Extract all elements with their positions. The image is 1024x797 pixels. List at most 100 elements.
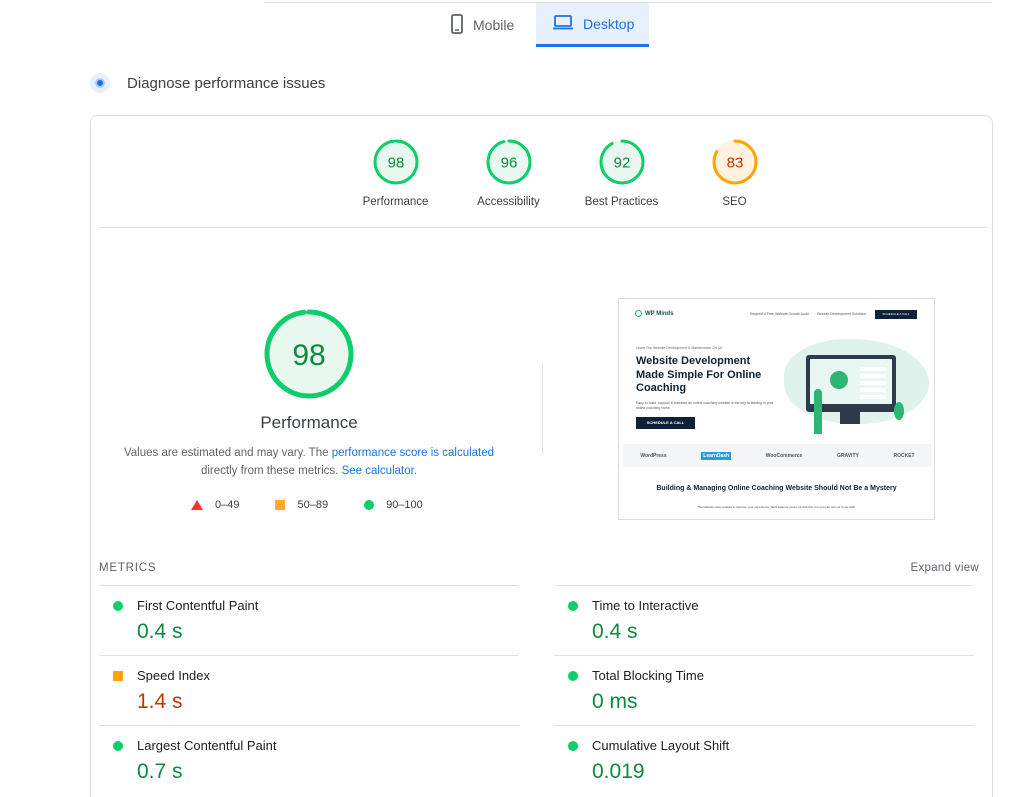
gauge-ring: 92: [599, 139, 644, 185]
gauge-ring: 98: [373, 139, 418, 185]
plant-icon: [894, 402, 904, 420]
brand-logo: LearnDash: [701, 451, 732, 460]
thumb-nav-link: Website Development Solutions: [816, 312, 867, 316]
performance-title: Performance: [260, 413, 358, 432]
tab-desktop[interactable]: Desktop: [536, 3, 649, 47]
metric-value: 0 ms: [592, 690, 638, 713]
legend-range: 0–49: [215, 499, 240, 511]
metrics-left-column: First Contentful Paint 0.4 s Speed Index…: [99, 585, 519, 795]
person-icon: [814, 389, 822, 434]
note-text: directly from these metrics.: [200, 465, 342, 477]
legend-range: 90–100: [386, 499, 423, 511]
gauge-performance[interactable]: 98 Performance: [339, 138, 452, 208]
gauge-value: 92: [613, 155, 630, 172]
brand-logo: ROCKET: [893, 452, 915, 459]
metric-label: Largest Contentful Paint: [137, 738, 277, 753]
square-icon: [275, 500, 286, 510]
circle-icon: [113, 741, 123, 751]
legend-pass: 90–100: [364, 499, 423, 511]
score-gauges: 98 Performance 96 Accessibility 92 Best …: [339, 138, 791, 208]
metric-label: Cumulative Layout Shift: [592, 738, 730, 753]
brand-logo: GRAVITY: [836, 452, 859, 459]
metric-value: 1.4 s: [137, 690, 183, 713]
monitor-stand: [840, 412, 860, 424]
circle-icon: [568, 601, 578, 611]
circle-icon: [113, 601, 123, 611]
brand-logo: WordPress: [640, 452, 667, 459]
metric-first-contentful-paint: First Contentful Paint 0.4 s: [99, 585, 519, 655]
metric-total-blocking-time: Total Blocking Time 0 ms: [554, 655, 974, 725]
legend-fail: 0–49: [191, 499, 239, 511]
gauge-label: Best Practices: [584, 196, 659, 208]
thumb-cookie-bar: This website uses cookies to improve you…: [697, 505, 856, 509]
square-icon: [113, 671, 123, 681]
metric-label: First Contentful Paint: [137, 598, 259, 613]
circle-icon: [364, 500, 375, 510]
summary-divider: [542, 364, 543, 454]
laptop-icon: [553, 14, 573, 33]
metric-label: Total Blocking Time: [592, 668, 704, 683]
diagnose-header: Diagnose performance issues: [90, 73, 325, 93]
metric-value: 0.7 s: [137, 760, 183, 783]
device-tabs: Mobile Desktop: [436, 3, 649, 47]
metric-label: Time to Interactive: [592, 598, 699, 613]
gauge-label: Accessibility: [477, 196, 540, 208]
gauge-accessibility[interactable]: 96 Accessibility: [452, 138, 565, 208]
lab-data-icon: [90, 73, 110, 93]
note-text: Values are estimated and may vary. The: [123, 447, 332, 459]
final-screenshot: WP Minds Request A Free Website Growth A…: [618, 298, 935, 520]
thumb-brand-strip: WordPress LearnDash WooCommerce GRAVITY …: [623, 444, 932, 467]
phone-icon: [451, 13, 463, 37]
legend-range: 50–89: [297, 499, 329, 511]
legend-average: 50–89: [275, 499, 328, 511]
gauge-ring: 96: [486, 139, 531, 185]
report-card: 98 Performance 96 Accessibility 92 Best …: [90, 115, 993, 797]
tab-desktop-label: Desktop: [583, 15, 635, 32]
gauge-best-practices[interactable]: 92 Best Practices: [565, 138, 678, 208]
gauge-value: 98: [387, 155, 404, 172]
score-legend: 0–49 50–89 90–100: [191, 499, 423, 511]
metric-value: 0.4 s: [137, 620, 183, 643]
gauge-ring: 83: [712, 139, 757, 185]
circle-icon: [568, 671, 578, 681]
metric-time-to-interactive: Time to Interactive 0.4 s: [554, 585, 974, 655]
performance-score: 98: [292, 339, 325, 372]
thumb-pretitle: Learn The Website Development & Maintena…: [636, 346, 723, 350]
thumb-logo-text: WP Minds: [645, 310, 674, 317]
thumb-nav-link: Request A Free Website Growth Audit: [750, 312, 809, 316]
brand-logo: WooCommerce: [765, 452, 803, 459]
metric-cumulative-layout-shift: Cumulative Layout Shift 0.019: [554, 725, 974, 795]
score-calculated-link[interactable]: performance score is calculated: [332, 447, 494, 459]
thumb-nav-cta: SCHEDULE A CALL: [875, 310, 917, 319]
logo-icon: [635, 310, 642, 317]
performance-note: Values are estimated and may vary. The p…: [91, 444, 527, 480]
thumb-button: SCHEDULE A CALL: [636, 417, 695, 429]
gauge-label: Performance: [362, 196, 429, 208]
gauge-label: SEO: [722, 196, 747, 208]
metric-value: 0.4 s: [592, 620, 638, 643]
tab-mobile[interactable]: Mobile: [436, 3, 536, 47]
gauge-value: 83: [726, 155, 743, 172]
gauge-value: 96: [500, 155, 517, 172]
triangle-icon: [191, 500, 203, 510]
metric-speed-index: Speed Index 1.4 s: [99, 655, 519, 725]
see-calculator-link[interactable]: See calculator.: [342, 465, 417, 477]
tab-mobile-label: Mobile: [473, 17, 515, 33]
metrics-heading: METRICS: [99, 562, 157, 574]
diagnose-title: Diagnose performance issues: [127, 74, 326, 92]
thumb-paragraph: Easy to build, support & maintain an onl…: [636, 401, 774, 410]
performance-big-gauge: 98: [263, 308, 355, 405]
thumb-nav: Request A Free Website Growth Audit Webs…: [750, 312, 866, 316]
metric-label: Speed Index: [137, 668, 211, 683]
circle-icon: [568, 741, 578, 751]
metrics-header: METRICS Expand view: [99, 562, 979, 574]
expand-view-button[interactable]: Expand view: [910, 562, 979, 574]
thumb-logo: WP Minds: [635, 310, 674, 317]
thumb-subheading: Building & Managing Online Coaching Webs…: [656, 485, 897, 492]
gauge-seo[interactable]: 83 SEO: [678, 138, 791, 208]
metric-value: 0.019: [592, 760, 645, 783]
gauges-divider: [99, 227, 987, 228]
metrics-right-column: Time to Interactive 0.4 s Total Blocking…: [554, 585, 974, 795]
thumb-heading: Website Development Made Simple For Onli…: [636, 355, 762, 394]
metric-largest-contentful-paint: Largest Contentful Paint 0.7 s: [99, 725, 519, 795]
